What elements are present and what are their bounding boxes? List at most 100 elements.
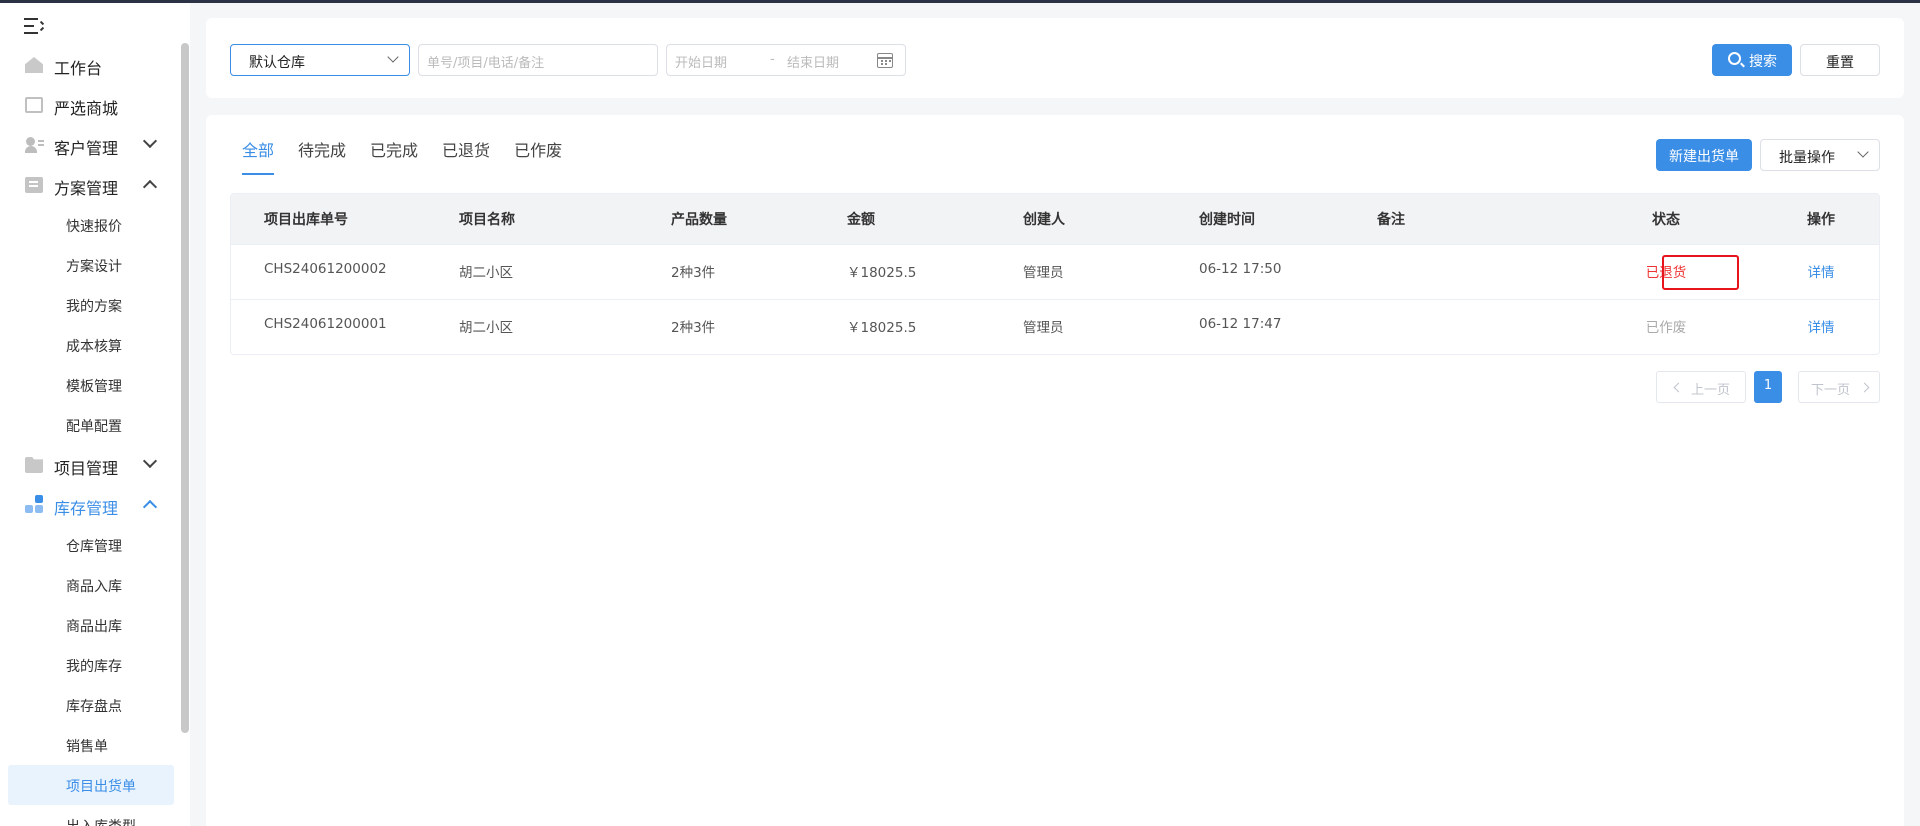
sidebar-subitem-templates[interactable]: 模板管理 <box>0 365 178 405</box>
sidebar: 工作台 严选商城 客户管理 方案管理 快速报价 方案设计 我的方案 成本核算 模… <box>0 3 190 826</box>
end-date-input[interactable]: 结束日期 <box>787 52 839 71</box>
user-icon <box>25 137 44 153</box>
details-link[interactable]: 详情 <box>1791 261 1851 281</box>
sidebar-subitem-my-plans[interactable]: 我的方案 <box>0 285 178 325</box>
shop-icon <box>25 97 43 113</box>
chevron-down-icon <box>387 51 399 63</box>
column-header-order-no[interactable]: 项目出库单号 <box>264 209 348 229</box>
column-header-quantity[interactable]: 产品数量 <box>671 209 727 229</box>
sidebar-item-workbench[interactable]: 工作台 <box>0 45 178 85</box>
home-icon <box>25 57 43 73</box>
column-header-amount[interactable]: 金额 <box>847 209 875 229</box>
sidebar-subitem-label: 仓库管理 <box>66 539 122 555</box>
batch-actions-dropdown[interactable]: 批量操作 <box>1760 139 1880 171</box>
sidebar-item-mall[interactable]: 严选商城 <box>0 85 178 125</box>
created-time: 06-12 17:47 <box>1199 316 1282 332</box>
reset-button[interactable]: 重置 <box>1800 44 1880 76</box>
amount: ￥18025.5 <box>847 320 917 336</box>
date-separator: - <box>770 52 775 67</box>
sidebar-subitem-sales-orders[interactable]: 销售单 <box>0 725 178 765</box>
created-time: 06-12 17:50 <box>1199 261 1282 277</box>
sidebar-scrollbar[interactable] <box>181 43 189 733</box>
sidebar-item-inventory[interactable]: 库存管理 <box>0 485 178 525</box>
sidebar-item-projects[interactable]: 项目管理 <box>0 445 178 485</box>
table-header: 项目出库单号 项目名称 产品数量 金额 创建人 创建时间 备注 状态 操作 <box>231 194 1879 244</box>
page-number-current[interactable]: 1 <box>1754 371 1782 403</box>
product-quantity: 2种3件 <box>671 320 716 336</box>
sidebar-item-customers[interactable]: 客户管理 <box>0 125 178 165</box>
stock-icon <box>25 495 43 513</box>
tab-all[interactable]: 全部 <box>242 137 275 175</box>
table-row[interactable]: CHS24061200001 胡二小区 2种3件 ￥18025.5 管理员 06… <box>231 299 1879 354</box>
search-button[interactable]: 搜索 <box>1712 44 1792 76</box>
details-link[interactable]: 详情 <box>1791 316 1851 336</box>
sidebar-item-label: 项目管理 <box>54 459 119 478</box>
sidebar-subitem-label: 销售单 <box>66 739 108 755</box>
sidebar-subitem-label: 商品出库 <box>66 619 122 635</box>
sidebar-item-label: 库存管理 <box>54 499 119 518</box>
chevron-up-icon <box>142 499 158 515</box>
table-row[interactable]: CHS24061200002 胡二小区 2种3件 ￥18025.5 管理员 06… <box>231 244 1879 299</box>
sidebar-subitem-label: 库存盘点 <box>66 699 122 715</box>
keyword-search-input[interactable]: 单号/项目/电话/备注 <box>418 44 658 76</box>
sidebar-subitem-label: 配单配置 <box>66 419 122 435</box>
product-quantity: 2种3件 <box>671 265 716 281</box>
order-no: CHS24061200001 <box>264 316 387 332</box>
sidebar-subitem-label: 成本核算 <box>66 339 122 355</box>
sidebar-subitem-stock-in[interactable]: 商品入库 <box>0 565 178 605</box>
date-range-picker[interactable]: 开始日期 - 结束日期 <box>666 44 906 76</box>
next-page-button[interactable]: 下一页 <box>1798 371 1880 403</box>
tab-pending[interactable]: 待完成 <box>298 137 346 175</box>
sidebar-subitem-label: 项目出货单 <box>66 779 136 795</box>
status-tabs: 全部 待完成 已完成 已退货 已作废 <box>242 137 586 175</box>
column-header-creator[interactable]: 创建人 <box>1023 209 1065 229</box>
sidebar-subitem-warehouses[interactable]: 仓库管理 <box>0 525 178 565</box>
sidebar-subitem-io-types[interactable]: 出入库类型 <box>0 805 178 826</box>
sidebar-item-label: 严选商城 <box>54 99 119 118</box>
tab-completed[interactable]: 已完成 <box>370 137 418 175</box>
calendar-icon[interactable] <box>877 53 893 68</box>
sidebar-subitem-label: 快速报价 <box>66 219 122 235</box>
menu-collapse-icon[interactable] <box>24 17 45 35</box>
project-name: 胡二小区 <box>459 265 513 281</box>
sidebar-item-plans[interactable]: 方案管理 <box>0 165 178 205</box>
status-badge: 已作废 <box>1645 320 1687 336</box>
sidebar-subitem-label: 出入库类型 <box>66 816 136 826</box>
sidebar-subitem-label: 我的方案 <box>66 299 122 315</box>
sidebar-subitem-label: 我的库存 <box>66 659 122 675</box>
amount: ￥18025.5 <box>847 265 917 281</box>
column-header-created-time[interactable]: 创建时间 <box>1199 209 1255 229</box>
document-icon <box>25 177 43 193</box>
column-header-project[interactable]: 项目名称 <box>459 209 515 229</box>
shipment-table: 项目出库单号 项目名称 产品数量 金额 创建人 创建时间 备注 状态 操作 CH… <box>230 193 1880 355</box>
project-name: 胡二小区 <box>459 320 513 336</box>
sidebar-subitem-my-stock[interactable]: 我的库存 <box>0 645 178 685</box>
start-date-input[interactable]: 开始日期 <box>675 52 727 71</box>
sidebar-item-label: 方案管理 <box>54 179 119 198</box>
chevron-down-icon <box>142 453 158 469</box>
column-header-actions[interactable]: 操作 <box>1791 209 1851 229</box>
sidebar-subitem-stocktake[interactable]: 库存盘点 <box>0 685 178 725</box>
top-border <box>0 0 1920 3</box>
sidebar-subitem-project-shipments[interactable]: 项目出货单 <box>8 765 174 805</box>
sidebar-subitem-stock-out[interactable]: 商品出库 <box>0 605 178 645</box>
status-highlight-box <box>1662 255 1739 290</box>
sidebar-subitem-quick-quote[interactable]: 快速报价 <box>0 205 178 245</box>
prev-page-button[interactable]: 上一页 <box>1656 371 1746 403</box>
sidebar-subitem-order-config[interactable]: 配单配置 <box>0 405 178 445</box>
warehouse-select[interactable]: 默认仓库 <box>230 44 410 76</box>
tab-voided[interactable]: 已作废 <box>514 137 562 175</box>
sidebar-subitem-plan-design[interactable]: 方案设计 <box>0 245 178 285</box>
tab-returned[interactable]: 已退货 <box>442 137 490 175</box>
sidebar-item-label: 工作台 <box>54 59 103 78</box>
column-header-status[interactable]: 状态 <box>1621 209 1711 229</box>
column-header-note[interactable]: 备注 <box>1377 209 1405 229</box>
shipment-list-panel: 全部 待完成 已完成 已退货 已作废 新建出货单 批量操作 项目出库单号 项目名… <box>206 115 1904 826</box>
search-icon <box>1728 52 1741 65</box>
order-no: CHS24061200002 <box>264 261 387 277</box>
search-button-label: 搜索 <box>1749 54 1777 70</box>
sidebar-subitem-cost-accounting[interactable]: 成本核算 <box>0 325 178 365</box>
keyword-search-placeholder: 单号/项目/电话/备注 <box>427 56 545 71</box>
new-shipment-button[interactable]: 新建出货单 <box>1656 139 1752 171</box>
sidebar-item-label: 客户管理 <box>54 139 119 158</box>
